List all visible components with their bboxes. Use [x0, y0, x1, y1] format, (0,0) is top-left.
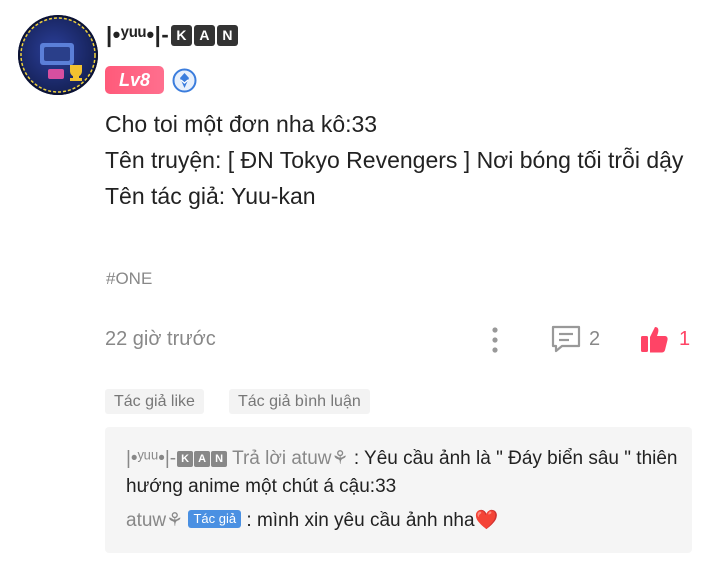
reply-text: mình xin yêu cầu ảnh nha: [256, 510, 475, 531]
author-name-prefix: |•ʸᵘᵘ•|-: [106, 22, 170, 47]
verified-icon: [172, 68, 197, 93]
chip-author-commented: Tác giả bình luận: [229, 389, 370, 414]
author-name-box-k: K: [171, 24, 193, 46]
post-content-line: Tên tác giả: Yuu-kan: [105, 183, 316, 209]
post-content: Cho toi một đơn nha kô:33 Tên truyện: [ …: [105, 106, 695, 214]
thumbs-up-icon[interactable]: [638, 324, 670, 354]
reply-author-box-a: A: [194, 451, 211, 467]
level-badge: Lv8: [105, 66, 164, 94]
author-name-box-a: A: [194, 24, 216, 46]
reply-author-prefix: |•ʸᵘᵘ•|-: [126, 448, 177, 469]
reply-preview-box[interactable]: |•ʸᵘᵘ•|- K A N Trả lời atuw⚘ : Yêu cầu ảnh …: [105, 427, 692, 553]
more-vertical-icon[interactable]: [489, 325, 501, 355]
reply-separator: :: [246, 510, 252, 531]
sprout-icon: ⚘: [166, 510, 184, 531]
reply-author-box-k: K: [177, 451, 194, 467]
reply-item[interactable]: atuw⚘ Tác giả : mình xin yêu cầu ảnh nha…: [126, 507, 686, 535]
reply-author[interactable]: |•ʸᵘᵘ•|- K A N: [126, 448, 228, 469]
author-name[interactable]: |•ʸᵘᵘ•|- K A N: [106, 22, 239, 48]
comment-icon[interactable]: [550, 324, 582, 354]
reply-separator: :: [353, 448, 360, 469]
comment-count: 2: [589, 328, 601, 350]
reply-item[interactable]: |•ʸᵘᵘ•|- K A N Trả lời atuw⚘ : Yêu cầu ảnh …: [126, 445, 686, 501]
author-name-box-n: N: [217, 24, 239, 46]
post-time: 22 giờ trước: [105, 328, 216, 350]
heart-emoji: ❤️: [474, 510, 499, 531]
author-tag: Tác giả: [188, 510, 242, 528]
reply-action: Trả lời: [232, 448, 287, 469]
reply-author[interactable]: atuw: [126, 510, 166, 531]
avatar[interactable]: [18, 15, 98, 95]
post-content-line: Cho toi một đơn nha kô:33: [105, 111, 378, 137]
sprout-icon: ⚘: [331, 448, 349, 469]
chip-author-liked: Tác giả like: [105, 389, 204, 414]
avatar-art: [20, 17, 96, 93]
like-count: 1: [679, 328, 691, 350]
reply-author-box-n: N: [211, 451, 228, 467]
reply-target[interactable]: atuw: [291, 448, 331, 469]
post-content-line: Tên truyện: [ ĐN Tokyo Revengers ] Nơi b…: [105, 147, 684, 173]
hashtag[interactable]: #ONE: [106, 269, 152, 289]
